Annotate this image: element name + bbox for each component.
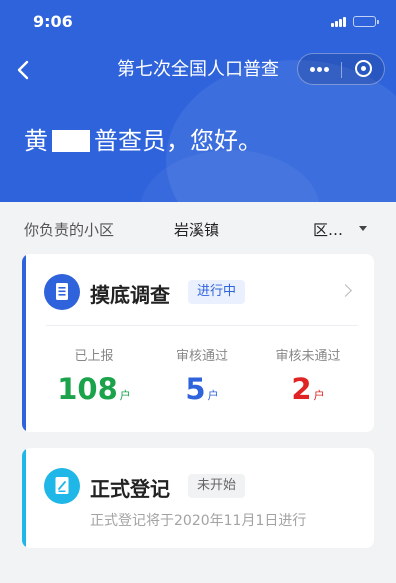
header-banner: 9:06 第七次全国人口普查 黄 普查员，您好。 [0, 0, 396, 202]
stat-value: 2户 [252, 372, 364, 413]
caret-down-icon[interactable] [359, 226, 367, 231]
stat-number: 2 [291, 372, 312, 406]
card-title: 正式登记 [90, 477, 170, 501]
stat-label: 已上报 [74, 349, 114, 364]
status-bar: 9:06 [0, 0, 396, 44]
greeting: 黄 普查员，您好。 [24, 124, 262, 158]
redacted-area [219, 221, 270, 237]
stat-number: 5 [185, 372, 206, 406]
stat-unit: 户 [207, 389, 219, 402]
stat-value: 5户 [146, 372, 258, 413]
edit-document-icon [44, 468, 80, 504]
card-accent-bar [22, 254, 26, 432]
stat-number: 108 [57, 372, 118, 406]
area-selector[interactable]: 岩溪镇 区… [174, 219, 364, 240]
baseline-survey-card[interactable]: 摸底调查 进行中 已上报 108 户 审核通过 5户 审核未通过 2户 [22, 254, 374, 432]
chevron-right-icon [339, 284, 352, 297]
back-button[interactable] [10, 56, 38, 84]
area-value-prefix: 岩溪镇 [174, 221, 220, 239]
card-accent-bar [22, 448, 26, 548]
battery-icon [353, 16, 379, 27]
greeting-text: 普查员，您好。 [94, 127, 262, 155]
stat-value: 108 户 [38, 372, 150, 413]
area-selector-row: 你负责的小区 岩溪镇 区… [24, 216, 374, 242]
document-icon [44, 274, 80, 310]
registration-note: 正式登记将于2020年11月1日进行 [90, 513, 307, 529]
card-title: 摸底调查 [90, 283, 170, 307]
more-dots-icon-3 [324, 67, 329, 72]
more-dots-icon-2 [317, 67, 322, 72]
status-badge: 未开始 [188, 474, 246, 498]
status-time: 9:06 [33, 12, 73, 31]
area-label: 你负责的小区 [24, 221, 115, 239]
close-button[interactable] [342, 54, 385, 84]
more-button[interactable] [298, 54, 341, 84]
stat-label: 审核通过 [175, 349, 228, 364]
close-dot-icon [361, 66, 366, 71]
more-dots-icon [310, 67, 315, 72]
area-value-suffix: 区… [313, 221, 344, 239]
stat-unit: 户 [119, 389, 131, 402]
stat-rejected: 审核未通过 2户 [252, 348, 364, 413]
stat-unit: 户 [313, 389, 325, 402]
stat-approved: 审核通过 5户 [146, 348, 258, 413]
mini-program-capsule [297, 53, 385, 85]
redacted-area-2 [269, 221, 314, 237]
redacted-name [52, 130, 90, 152]
card-divider [46, 325, 358, 326]
stat-reported: 已上报 108 户 [38, 348, 150, 413]
page-title: 第七次全国人口普查 [117, 59, 279, 80]
status-badge: 进行中 [188, 280, 246, 304]
stat-label: 审核未通过 [275, 349, 341, 364]
chevron-left-icon [17, 60, 29, 80]
greeting-surname: 黄 [24, 127, 48, 155]
formal-registration-card: 正式登记 未开始 正式登记将于2020年11月1日进行 [22, 448, 374, 548]
